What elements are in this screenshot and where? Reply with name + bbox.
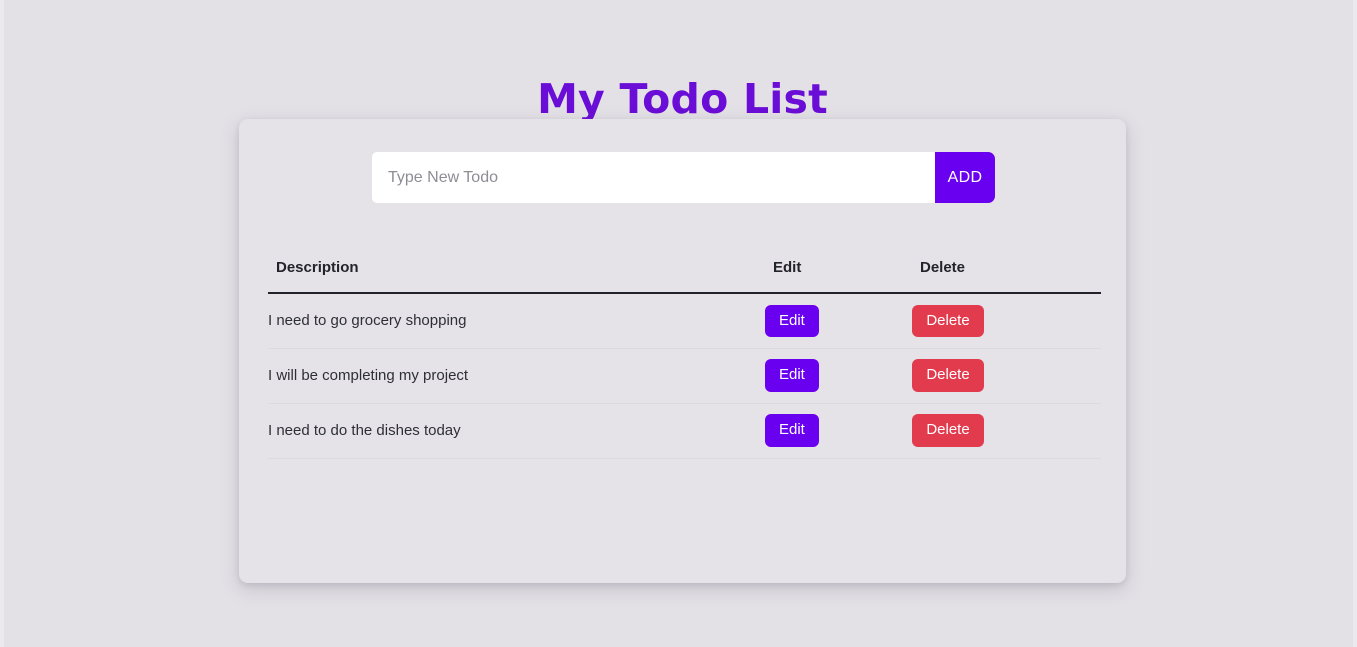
todo-delete-cell: Delete	[912, 348, 1101, 404]
delete-button[interactable]: Delete	[912, 304, 984, 337]
todo-edit-cell: Edit	[765, 348, 912, 404]
todo-description: I need to go grocery shopping	[268, 293, 765, 349]
table-row: I will be completing my project Edit Del…	[268, 348, 1101, 404]
todo-edit-cell: Edit	[765, 293, 912, 349]
column-header-edit: Edit	[765, 259, 912, 294]
new-todo-input[interactable]	[372, 152, 935, 203]
delete-button[interactable]: Delete	[912, 359, 984, 392]
todo-delete-cell: Delete	[912, 293, 1101, 349]
todo-table: Description Edit Delete I need to go gro…	[268, 259, 1101, 459]
new-todo-row: ADD	[372, 152, 995, 203]
todo-description: I will be completing my project	[268, 348, 765, 404]
page-root: My Todo List ADD Description Edit Delete	[0, 0, 1357, 647]
table-header-row: Description Edit Delete	[268, 259, 1101, 294]
delete-button[interactable]: Delete	[912, 414, 984, 447]
edit-button[interactable]: Edit	[765, 414, 819, 447]
todo-delete-cell: Delete	[912, 403, 1101, 459]
todo-table-body: I need to go grocery shopping Edit Delet…	[268, 293, 1101, 459]
table-row: I need to do the dishes today Edit Delet…	[268, 403, 1101, 459]
column-header-description: Description	[268, 259, 765, 294]
todo-edit-cell: Edit	[765, 403, 912, 459]
edit-button[interactable]: Edit	[765, 359, 819, 392]
table-row: I need to go grocery shopping Edit Delet…	[268, 293, 1101, 349]
edit-button[interactable]: Edit	[765, 304, 819, 337]
todo-table-head: Description Edit Delete	[268, 259, 1101, 294]
todo-description: I need to do the dishes today	[268, 403, 765, 459]
page-title: My Todo List	[537, 75, 828, 124]
column-header-delete: Delete	[912, 259, 1101, 294]
add-todo-button[interactable]: ADD	[935, 152, 995, 203]
todo-card: ADD Description Edit Delete I need to go…	[239, 119, 1126, 583]
